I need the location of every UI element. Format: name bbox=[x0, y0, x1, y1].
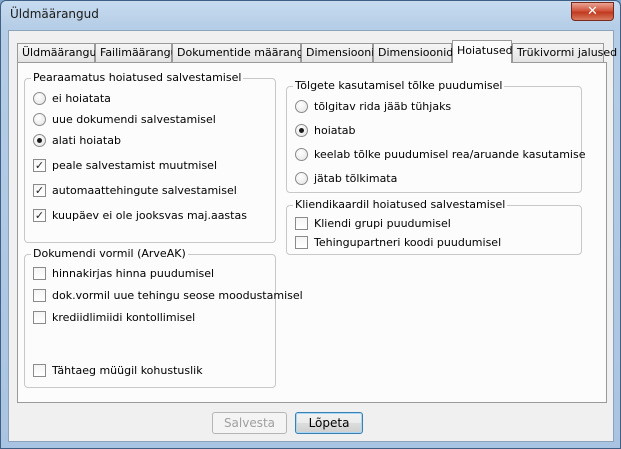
checkbox-peale-salvestamist-muutmisel[interactable]: ✓ peale salvestamist muutmisel bbox=[33, 158, 263, 174]
finish-button[interactable]: Lõpeta bbox=[295, 412, 363, 434]
radio-indicator[interactable] bbox=[295, 100, 308, 113]
radio-label: hoiatab bbox=[314, 124, 356, 137]
tab-panel-hoiatused: Pearaamatus hoiatused salvestamisel ei h… bbox=[17, 62, 607, 403]
checkbox-label: dok.vormil uue tehingu seose moodustamis… bbox=[52, 289, 303, 302]
tab-trukivormi-jalused[interactable]: Trükivormi jalused bbox=[512, 43, 617, 62]
close-icon: ✕ bbox=[587, 4, 598, 19]
group-main-save: Pearaamatus hoiatused salvestamisel ei h… bbox=[24, 71, 276, 243]
radio-alati-hoiatab[interactable]: alati hoiatab bbox=[33, 133, 263, 149]
checkbox-automaattehingute-salvestamisel[interactable]: ✓ automaattehingute salvestamisel bbox=[33, 183, 263, 199]
checkbox-label: automaattehingute salvestamisel bbox=[52, 184, 237, 197]
radio-uue-dokumendi-salvestamisel[interactable]: uue dokumendi salvestamisel bbox=[33, 112, 263, 128]
checkbox-indicator[interactable] bbox=[33, 267, 46, 280]
radio-jatab-tolkimata[interactable]: jätab tõlkimata bbox=[295, 171, 575, 187]
checkbox-kuupaev-ei-ole-jooksvas[interactable]: ✓ kuupäev ei ole jooksvas maj.aastas bbox=[33, 208, 269, 224]
group-translation-title: Tõlgete kasutamisel tõlke puudumisel bbox=[293, 79, 505, 93]
group-client-card-title: Kliendikaardil hoiatused salvestamisel bbox=[293, 198, 508, 212]
tab-hoiatused[interactable]: Hoiatused bbox=[452, 40, 513, 63]
radio-ei-hoiatata[interactable]: ei hoiatata bbox=[33, 91, 263, 107]
radio-indicator[interactable] bbox=[295, 124, 308, 137]
checkbox-indicator[interactable]: ✓ bbox=[33, 159, 46, 172]
close-button[interactable]: ✕ bbox=[571, 2, 614, 21]
checkbox-kliendi-grupi-puudumisel[interactable]: Kliendi grupi puudumisel bbox=[295, 216, 575, 232]
checkbox-label: kuupäev ei ole jooksvas maj.aastas bbox=[52, 209, 247, 222]
checkbox-tehingupartneri-koodi-puudumisel[interactable]: Tehingupartneri koodi puudumisel bbox=[295, 235, 575, 251]
tab-dokumentide-maarangud[interactable]: Dokumentide määrangud bbox=[172, 43, 318, 62]
checkbox-tahtaeg-muugil-kohustuslik[interactable]: Tähtaeg müügil kohustuslik bbox=[33, 363, 269, 379]
checkbox-indicator[interactable] bbox=[295, 217, 308, 230]
checkbox-label: Tähtaeg müügil kohustuslik bbox=[52, 364, 203, 377]
checkbox-label: krediidlimiidi kontollimisel bbox=[52, 311, 196, 324]
radio-hoiatab[interactable]: hoiatab bbox=[295, 123, 575, 139]
radio-label: jätab tõlkimata bbox=[314, 172, 398, 185]
tab-uldmaarangud[interactable]: Üldmäärangud bbox=[17, 43, 103, 62]
radio-label: keelab tõlke puudumisel rea/aruande kasu… bbox=[314, 148, 586, 161]
tab-dimensioonid[interactable]: Dimensioonid bbox=[301, 43, 381, 62]
title-bar[interactable]: Üldmäärangud ✕ bbox=[1, 1, 620, 29]
checkbox-label: Tehingupartneri koodi puudumisel bbox=[314, 236, 502, 249]
checkbox-indicator[interactable] bbox=[33, 311, 46, 324]
checkbox-indicator[interactable] bbox=[33, 364, 46, 377]
tab-dimensioonidv[interactable]: DimensioonidV bbox=[373, 43, 461, 62]
radio-indicator[interactable] bbox=[33, 113, 46, 126]
group-doc-form-title: Dokumendi vormil (ArveAK) bbox=[31, 247, 188, 261]
radio-indicator[interactable] bbox=[33, 92, 46, 105]
tab-failimaarangud[interactable]: Failimäärangud bbox=[95, 43, 185, 62]
radio-label: ei hoiatata bbox=[52, 92, 111, 105]
checkbox-label: peale salvestamist muutmisel bbox=[52, 159, 218, 172]
radio-indicator[interactable] bbox=[295, 148, 308, 161]
group-doc-form: Dokumendi vormil (ArveAK) hinnakirjas hi… bbox=[24, 247, 303, 388]
window-title: Üldmäärangud bbox=[10, 7, 99, 21]
checkbox-indicator[interactable] bbox=[295, 236, 308, 249]
radio-label: tõlgitav rida jääb tühjaks bbox=[314, 100, 452, 113]
radio-label: alati hoiatab bbox=[52, 134, 121, 147]
radio-label: uue dokumendi salvestamisel bbox=[52, 113, 216, 126]
checkbox-indicator[interactable] bbox=[33, 289, 46, 302]
checkbox-indicator[interactable]: ✓ bbox=[33, 184, 46, 197]
checkbox-indicator[interactable]: ✓ bbox=[33, 209, 46, 222]
checkbox-dok-vormil-uue-tehingu[interactable]: dok.vormil uue tehingu seose moodustamis… bbox=[33, 288, 303, 304]
group-translation: Tõlgete kasutamisel tõlke puudumisel tõl… bbox=[286, 79, 585, 193]
dialog-client-area: Üldmäärangud Failimäärangud Dokumentide … bbox=[8, 30, 617, 442]
save-button[interactable]: Salvesta bbox=[212, 412, 287, 434]
radio-tolgitav-rida-jaab-tuhjaks[interactable]: tõlgitav rida jääb tühjaks bbox=[295, 99, 575, 115]
checkbox-krediidlimiidi-kontollimisel[interactable]: krediidlimiidi kontollimisel bbox=[33, 310, 269, 326]
radio-indicator[interactable] bbox=[295, 172, 308, 185]
dialog-window: Üldmäärangud ✕ Üldmäärangud Failimäärang… bbox=[0, 0, 621, 449]
checkbox-hinnakirjas-hinna-puudumisel[interactable]: hinnakirjas hinna puudumisel bbox=[33, 266, 269, 282]
group-client-card: Kliendikaardil hoiatused salvestamisel K… bbox=[286, 198, 582, 255]
checkbox-label: Kliendi grupi puudumisel bbox=[314, 217, 451, 230]
radio-keelab-tolke-puudumisel[interactable]: keelab tõlke puudumisel rea/aruande kasu… bbox=[295, 147, 585, 163]
checkbox-label: hinnakirjas hinna puudumisel bbox=[52, 267, 215, 280]
group-main-save-title: Pearaamatus hoiatused salvestamisel bbox=[31, 71, 244, 85]
radio-indicator[interactable] bbox=[33, 134, 46, 147]
